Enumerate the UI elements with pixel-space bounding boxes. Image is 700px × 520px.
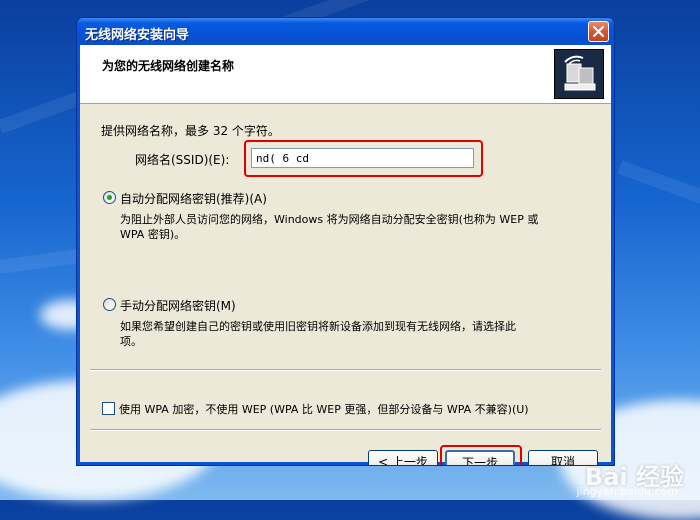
manual-key-desc-2: 项。 (120, 335, 142, 348)
manual-key-desc-1: 如果您希望创建自己的密钥或使用旧密钥将新设备添加到现有无线网络，请选择此 (120, 320, 516, 333)
wpa-label[interactable]: 使用 WPA 加密，不使用 WEP (WPA 比 WEP 更强，但部分设备与 W… (119, 401, 529, 417)
close-button[interactable] (588, 21, 609, 42)
header-title: 为您的无线网络创建名称 (102, 59, 235, 73)
dialog-body: 为您的无线网络创建名称 提供网络名称，最多 32 个字符。 网络名(SSID)(… (80, 45, 611, 465)
wpa-checkbox[interactable] (102, 402, 115, 415)
watermark-url: jingyan.baidu.com (576, 485, 678, 498)
auto-key-label[interactable]: 自动分配网络密钥(推荐)(A) (120, 190, 267, 207)
manual-key-label[interactable]: 手动分配网络密钥(M) (120, 297, 236, 314)
window-title: 无线网络安装向导 (85, 28, 190, 43)
title-bar[interactable]: 无线网络安装向导 (77, 18, 614, 45)
wireless-setup-wizard-window: 无线网络安装向导 为您的无线网络创建名称 提供网络名称，最多 32 个字符。 网… (76, 17, 615, 466)
button-separator (90, 429, 601, 431)
separator (90, 369, 601, 371)
auto-key-desc-2: WPA 密钥)。 (120, 228, 186, 241)
auto-key-desc-1: 为阻止外部人员访问您的网络，Windows 将为网络自动分配安全密钥(也称为 W… (120, 213, 539, 226)
ssid-instruction: 提供网络名称，最多 32 个字符。 (101, 124, 280, 138)
ssid-label: 网络名(SSID)(E): (135, 153, 230, 167)
wireless-network-icon (554, 49, 604, 99)
next-button[interactable]: 下一步(N) > (445, 450, 515, 465)
auto-key-radio[interactable] (103, 191, 116, 204)
wizard-header: 为您的无线网络创建名称 (80, 45, 611, 104)
ssid-input[interactable] (251, 148, 474, 168)
close-icon (592, 25, 605, 38)
manual-key-radio[interactable] (103, 298, 116, 311)
back-button[interactable]: < 上一步(B) (368, 450, 438, 465)
